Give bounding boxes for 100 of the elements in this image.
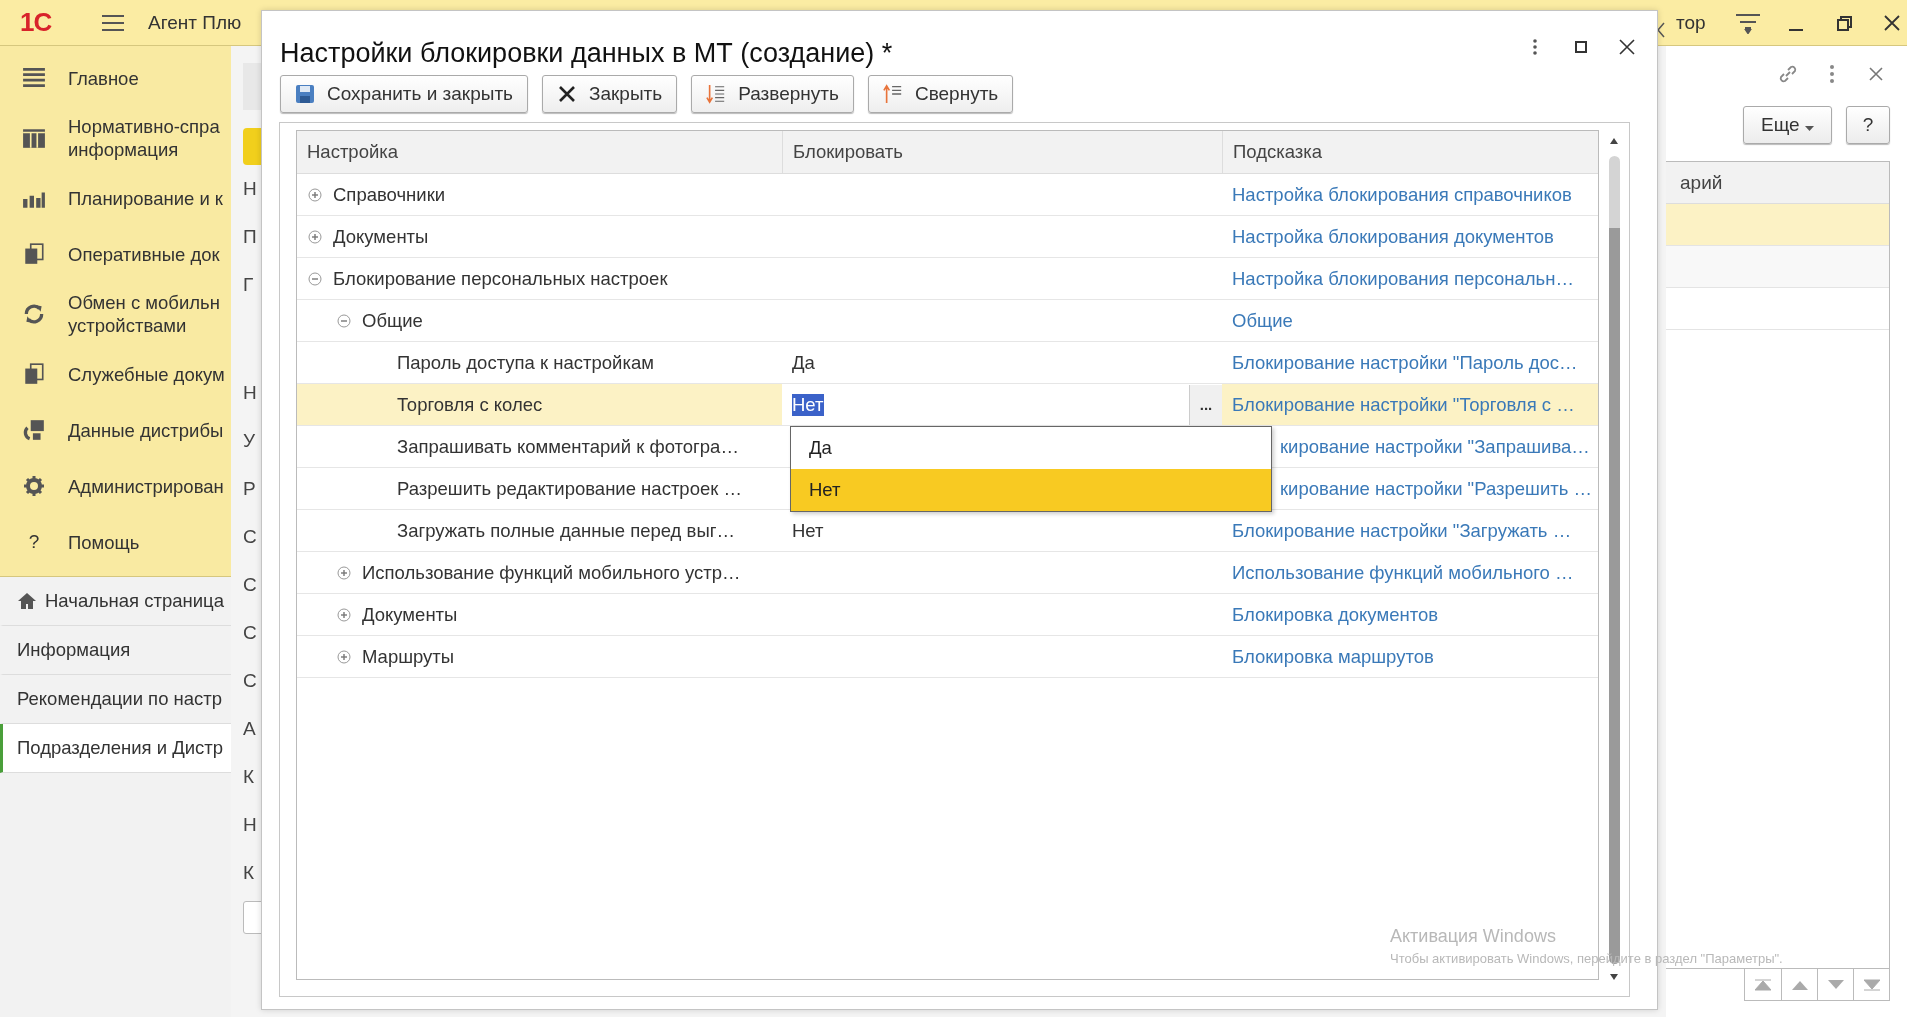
column-header: арий (1666, 162, 1889, 204)
expand-icon[interactable] (337, 607, 351, 622)
collapse-icon[interactable] (337, 313, 351, 328)
app-logo: 1С (20, 7, 53, 38)
floppy-icon (295, 84, 315, 104)
setting-name: Документы (333, 225, 429, 248)
field-label: Р (243, 477, 256, 501)
hint-link[interactable]: Настройка блокирования персональн… (1232, 267, 1574, 290)
hint-link[interactable]: Блокирование настройки "Пароль дос… (1232, 351, 1578, 374)
column-header[interactable]: Блокировать (782, 131, 1222, 173)
column-header[interactable]: Настройка (297, 131, 782, 173)
activation-title: Активация Windows (1390, 926, 1557, 947)
section-link[interactable]: Администрирован (68, 474, 224, 498)
home-icon (17, 592, 37, 610)
page-title: Информация (17, 639, 131, 661)
expand-icon[interactable] (337, 565, 351, 580)
scroll-up-icon[interactable] (1610, 138, 1619, 144)
field-label: Н (243, 177, 257, 201)
section-link[interactable]: Планирование и к (68, 186, 223, 210)
column-header[interactable]: Подсказка (1222, 131, 1599, 173)
hint-link[interactable]: кирование настройки "Запрашива… (1280, 435, 1590, 458)
collapse-icon[interactable] (308, 271, 322, 286)
close-icon[interactable] (1617, 37, 1637, 57)
setting-name: Справочники (333, 183, 446, 206)
page-title: Начальная страница (45, 590, 224, 612)
tree-row[interactable]: Справочники Настройка блокирования справочников (297, 174, 1599, 216)
hint-link[interactable]: Блокирование настройки "Загружать … (1232, 519, 1572, 542)
tree-row[interactable]: Общие Общие (297, 300, 1599, 342)
sort-down-icon (706, 84, 727, 104)
expand-icon[interactable] (308, 187, 322, 202)
tree-row[interactable]: Блокирование персональных настроек Настройка блокирования персональн… (297, 258, 1599, 300)
field-label: К (243, 861, 255, 885)
hint-link[interactable]: Использование функций мобильного … (1232, 561, 1574, 584)
section-link[interactable]: Обмен с мобильн устройствами (68, 291, 220, 337)
distribution-icon[interactable] (22, 419, 46, 441)
close-button[interactable]: Закрыть (542, 75, 678, 113)
open-page-tab[interactable]: Подразделения и Дистр (0, 724, 231, 773)
help-button[interactable]: ? (1846, 106, 1890, 144)
setting-name: Торговля с колес (397, 393, 543, 416)
list-icon[interactable] (22, 67, 46, 89)
tree-row[interactable]: Документы Настройка блокирования документов (297, 216, 1599, 258)
tree-row[interactable]: Использование функций мобильного устр… Использование функций мобильного … (297, 552, 1599, 594)
sync-icon[interactable] (22, 303, 46, 325)
section-link[interactable]: Помощь (68, 530, 140, 554)
save-button[interactable]: Сохранить и закрыть (280, 75, 528, 113)
field-label: А (243, 717, 256, 741)
section-link[interactable]: Главное (68, 66, 139, 90)
dialog-title: Настройки блокировки данных в МТ (создание) * (280, 37, 894, 69)
last-icon (1863, 978, 1880, 991)
setting-name: Общие (362, 309, 423, 332)
dropdown-option[interactable]: Да (791, 427, 1271, 469)
hint-link[interactable]: Настройка блокирования справочников (1232, 183, 1572, 206)
page-title: Подразделения и Дистр (17, 737, 224, 759)
field-label: Н (243, 381, 257, 405)
menu-icon[interactable] (102, 13, 124, 32)
hint-link[interactable]: кирование настройки "Разрешить … (1280, 477, 1592, 500)
chevron-icon[interactable] (1656, 22, 1666, 38)
collapse-button[interactable]: Свернуть (867, 75, 1014, 113)
field-label: К (243, 765, 255, 789)
setting-name: Документы (362, 603, 458, 626)
setting-name: Блокирование персональных настроек (333, 267, 668, 290)
expand-button[interactable]: Развернуть (691, 75, 854, 113)
section-link[interactable]: Данные дистрибы (68, 418, 224, 442)
field-label: С (243, 573, 257, 597)
section-link[interactable]: Служебные докум (68, 362, 225, 386)
setting-name: Пароль доступа к настройкам (397, 351, 654, 374)
section-link[interactable]: Оперативные док (68, 242, 220, 266)
expand-icon[interactable] (308, 229, 322, 244)
documents-icon[interactable] (22, 363, 46, 385)
section-link[interactable]: Нормативно-спра информация (68, 115, 220, 161)
setting-name: Запрашивать комментарий к фотогра… (397, 435, 739, 458)
user-name[interactable]: тор (1676, 11, 1706, 34)
hint-link[interactable]: Настройка блокирования документов (1232, 225, 1554, 248)
more-button[interactable]: Еще (1743, 106, 1832, 144)
down-icon (1827, 978, 1844, 991)
dropdown-option[interactable]: Нет (791, 469, 1271, 511)
tree-row[interactable]: Маршруты Блокировка маршрутов (297, 636, 1599, 678)
setting-name: Маршруты (362, 645, 455, 668)
tree-row[interactable]: Документы Блокировка документов (297, 594, 1599, 636)
scroll-down-icon[interactable] (1610, 974, 1619, 980)
setting-name: Загружать полные данные перед выг… (397, 519, 735, 542)
app-title: Агент Плю (148, 11, 242, 34)
hint-link[interactable]: Блокировка маршрутов (1232, 645, 1434, 668)
close-icon (557, 84, 577, 104)
hint-link[interactable]: Блокировка документов (1232, 603, 1439, 626)
field-label: Г (243, 273, 254, 297)
expand-icon[interactable] (337, 649, 351, 664)
choice-button[interactable]: ... (1190, 384, 1222, 425)
tree-row[interactable]: Торговля с колес Нет ... Блокирование настройки "Торговля с … (297, 384, 1599, 426)
help-icon[interactable]: ? (22, 531, 46, 553)
field-label: С (243, 525, 257, 549)
table-icon[interactable] (22, 127, 46, 149)
setting-name: Разрешить редактирование настроек … (397, 477, 742, 500)
hint-link[interactable]: Общие (1232, 309, 1293, 332)
settings-icon[interactable] (22, 475, 46, 497)
documents-icon[interactable] (22, 243, 46, 265)
filter-icon[interactable] (1733, 11, 1762, 34)
setting-name: Использование функций мобильного устр… (362, 561, 741, 584)
first-icon (1755, 978, 1771, 991)
value-text: Да (791, 351, 815, 374)
